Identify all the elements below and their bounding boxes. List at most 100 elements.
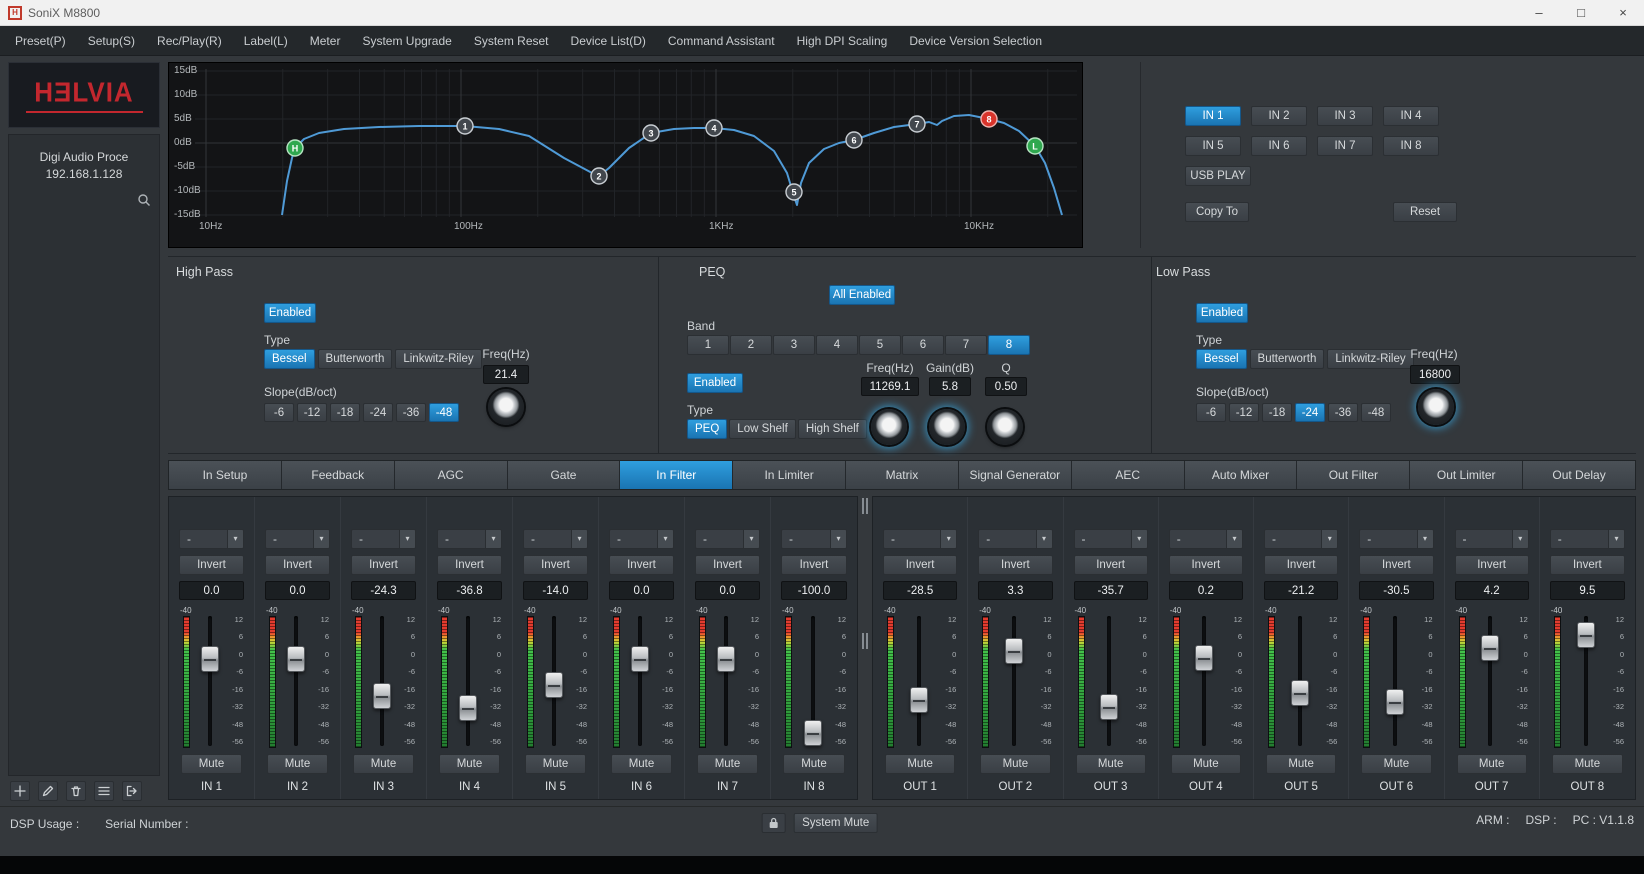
gain-fader[interactable] [201,646,219,672]
peq-band-5[interactable]: 5 [859,335,901,355]
peq-q-value[interactable]: 0.50 [985,377,1027,396]
peq-all-enabled-button[interactable]: All Enabled [829,285,895,305]
low-pass-slope-6[interactable]: -6 [1196,403,1226,422]
invert-button[interactable]: Invert [1074,555,1148,575]
gain-value[interactable]: 0.0 [179,581,244,600]
low-pass-freq-knob[interactable] [1418,389,1454,425]
gain-fader[interactable] [1005,638,1023,664]
gain-fader[interactable] [459,695,477,721]
splitter-grip-icon[interactable] [862,633,868,649]
low-pass-enabled-button[interactable]: Enabled [1196,303,1248,323]
mute-button[interactable]: Mute [181,754,242,774]
gain-fader[interactable] [1195,645,1213,671]
gain-value[interactable]: -36.8 [437,581,502,600]
device-search-icon[interactable] [135,191,153,209]
tab-aec[interactable]: AEC [1072,461,1185,489]
invert-button[interactable]: Invert [1455,555,1529,575]
invert-button[interactable]: Invert [1550,555,1625,575]
gain-fader[interactable] [1577,622,1595,648]
invert-button[interactable]: Invert [609,555,674,575]
invert-button[interactable]: Invert [265,555,330,575]
high-pass-freq-value[interactable]: 21.4 [483,365,529,384]
peq-band-8[interactable]: 8 [988,335,1030,355]
peq-freq-value[interactable]: 11269.1 [861,377,919,396]
channel-preset-dropdown[interactable]: -▾ [265,529,330,549]
menu-item-system-reset[interactable]: System Reset [463,26,560,56]
channel-preset-dropdown[interactable]: -▾ [1264,529,1338,549]
low-pass-slope-12[interactable]: -12 [1229,403,1259,422]
gain-fader[interactable] [910,687,928,713]
mute-button[interactable]: Mute [980,754,1050,774]
gain-fader[interactable] [373,683,391,709]
peq-band-6[interactable]: 6 [902,335,944,355]
eq-marker-5[interactable]: 5 [786,184,802,200]
gain-value[interactable]: 3.3 [978,581,1052,600]
invert-button[interactable]: Invert [523,555,588,575]
eq-marker-4[interactable]: 4 [706,120,722,136]
tab-in-setup[interactable]: In Setup [169,461,282,489]
gain-value[interactable]: -100.0 [781,581,847,600]
mute-button[interactable]: Mute [1171,754,1241,774]
delete-button[interactable] [66,781,86,801]
gain-value[interactable]: 4.2 [1455,581,1529,600]
input-select-in-7[interactable]: IN 7 [1317,136,1373,156]
input-select-in-4[interactable]: IN 4 [1383,106,1439,126]
mute-button[interactable]: Mute [783,754,845,774]
mute-button[interactable]: Mute [1076,754,1146,774]
edit-button[interactable] [38,781,58,801]
mute-button[interactable]: Mute [525,754,586,774]
channel-preset-dropdown[interactable]: -▾ [179,529,244,549]
tab-out-filter[interactable]: Out Filter [1297,461,1410,489]
eq-marker-3[interactable]: 3 [643,125,659,141]
reset-button[interactable]: Reset [1393,202,1457,222]
channel-preset-dropdown[interactable]: -▾ [883,529,957,549]
gain-fader[interactable] [1291,680,1309,706]
menu-item-device-version-selection[interactable]: Device Version Selection [898,26,1053,56]
invert-button[interactable]: Invert [1359,555,1433,575]
lock-icon[interactable] [762,813,786,833]
gain-value[interactable]: 0.0 [265,581,330,600]
tab-auto-mixer[interactable]: Auto Mixer [1185,461,1298,489]
mute-button[interactable]: Mute [353,754,414,774]
channel-list-button[interactable] [94,781,114,801]
invert-button[interactable]: Invert [978,555,1052,575]
eq-marker-2[interactable]: 2 [591,168,607,184]
gain-value[interactable]: -35.7 [1074,581,1148,600]
channel-preset-dropdown[interactable]: -▾ [351,529,416,549]
gain-fader[interactable] [804,720,822,746]
gain-value[interactable]: 0.0 [695,581,760,600]
high-pass-type-butterworth[interactable]: Butterworth [318,349,393,369]
tab-agc[interactable]: AGC [395,461,508,489]
peq-band-7[interactable]: 7 [945,335,987,355]
tab-gate[interactable]: Gate [508,461,621,489]
mute-button[interactable]: Mute [1361,754,1431,774]
invert-button[interactable]: Invert [695,555,760,575]
gain-value[interactable]: -24.3 [351,581,416,600]
low-pass-type-linkwitz-riley[interactable]: Linkwitz-Riley [1327,349,1413,369]
high-pass-slope-6[interactable]: -6 [264,403,294,422]
channel-preset-dropdown[interactable]: -▾ [1169,529,1243,549]
mute-button[interactable]: Mute [1552,754,1623,774]
export-button[interactable] [122,781,142,801]
peq-type-peq[interactable]: PEQ [687,419,727,439]
peq-gain-knob[interactable] [929,409,965,445]
peq-enabled-button[interactable]: Enabled [687,373,743,393]
gain-value[interactable]: 0.2 [1169,581,1243,600]
low-pass-slope-36[interactable]: -36 [1328,403,1358,422]
splitter-grip-icon[interactable] [862,498,868,514]
channel-preset-dropdown[interactable]: -▾ [523,529,588,549]
gain-fader[interactable] [287,646,305,672]
menu-item-setup-s[interactable]: Setup(S) [77,26,146,56]
add-button[interactable] [10,781,30,801]
tab-out-limiter[interactable]: Out Limiter [1410,461,1523,489]
input-select-in-3[interactable]: IN 3 [1317,106,1373,126]
mute-button[interactable]: Mute [439,754,500,774]
system-mute-button[interactable]: System Mute [794,813,878,833]
eq-marker-7[interactable]: 7 [909,116,925,132]
invert-button[interactable]: Invert [351,555,416,575]
tab-in-filter[interactable]: In Filter [620,461,733,489]
peq-gain-value[interactable]: 5.8 [929,377,971,396]
tab-in-limiter[interactable]: In Limiter [733,461,846,489]
usb-play-button[interactable]: USB PLAY [1185,166,1251,186]
menu-item-device-list-d[interactable]: Device List(D) [560,26,657,56]
